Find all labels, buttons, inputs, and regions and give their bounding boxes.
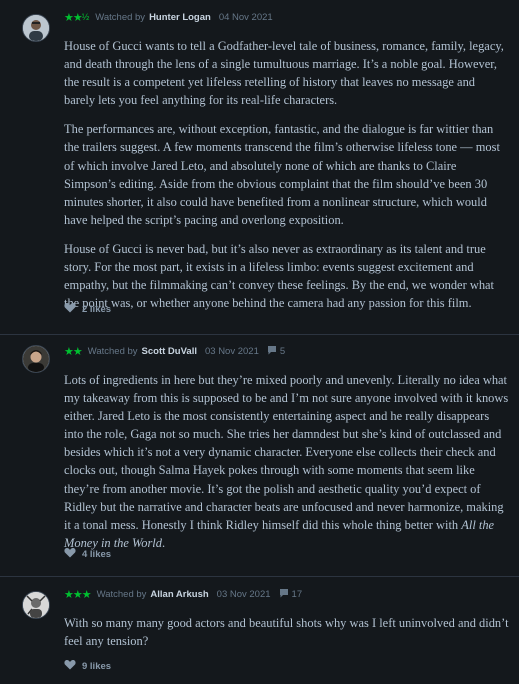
author-link[interactable]: Hunter Logan: [149, 12, 211, 23]
review-date[interactable]: 03 Nov 2021: [217, 589, 271, 600]
watched-by-label: Watched by: [95, 11, 146, 23]
review-paragraph: House of Gucci is never bad, but it’s al…: [64, 241, 495, 311]
review-date[interactable]: 03 Nov 2021: [205, 346, 259, 357]
review-body: Lots of ingredients in here but they’re …: [64, 371, 509, 552]
heart-icon: [64, 659, 82, 673]
heart-icon: [64, 302, 82, 316]
watched-by-label: Watched by: [96, 588, 147, 600]
review-body: With so many many good actors and beauti…: [64, 614, 509, 650]
review-meta: ★★ Watched by Scott DuVall 03 Nov 2021 5: [64, 344, 285, 358]
review-meta: ★★½ Watched by Hunter Logan 04 Nov 2021: [64, 10, 273, 24]
review-paragraph: Lots of ingredients in here but they’re …: [64, 373, 509, 550]
star-rating: ★★½: [64, 11, 90, 24]
review-paragraph: With so many many good actors and beauti…: [64, 616, 509, 649]
review-scott-duvall: ★★ Watched by Scott DuVall 03 Nov 2021 5…: [0, 335, 519, 577]
review-date[interactable]: 04 Nov 2021: [219, 12, 273, 23]
author-link[interactable]: Scott DuVall: [142, 346, 197, 357]
avatar[interactable]: [22, 345, 50, 373]
like-count[interactable]: 9 likes: [64, 659, 111, 673]
comment-count[interactable]: 5: [267, 345, 285, 358]
review-meta: ★★★ Watched by Allan Arkush 03 Nov 2021 …: [64, 587, 302, 601]
comment-count[interactable]: 17: [279, 588, 302, 601]
watched-by-label: Watched by: [87, 345, 138, 357]
like-count[interactable]: 4 likes: [64, 547, 111, 561]
comment-icon: [279, 588, 292, 601]
avatar[interactable]: [22, 14, 50, 42]
star-rating: ★★: [64, 345, 83, 358]
review-paragraph: The performances are, without exception,…: [64, 122, 500, 227]
avatar[interactable]: [22, 591, 50, 619]
comment-icon: [267, 345, 280, 358]
star-rating: ★★★: [64, 588, 92, 601]
review-body: House of Gucci wants to tell a Godfather…: [64, 37, 509, 312]
review-paragraph: House of Gucci wants to tell a Godfather…: [64, 39, 504, 108]
heart-icon: [64, 547, 82, 561]
author-link[interactable]: Allan Arkush: [150, 589, 208, 600]
review-allan-arkush: ★★★ Watched by Allan Arkush 03 Nov 2021 …: [0, 577, 519, 684]
review-hunter-logan: ★★½ Watched by Hunter Logan 04 Nov 2021 …: [0, 0, 519, 335]
like-count[interactable]: 2 likes: [64, 302, 111, 316]
